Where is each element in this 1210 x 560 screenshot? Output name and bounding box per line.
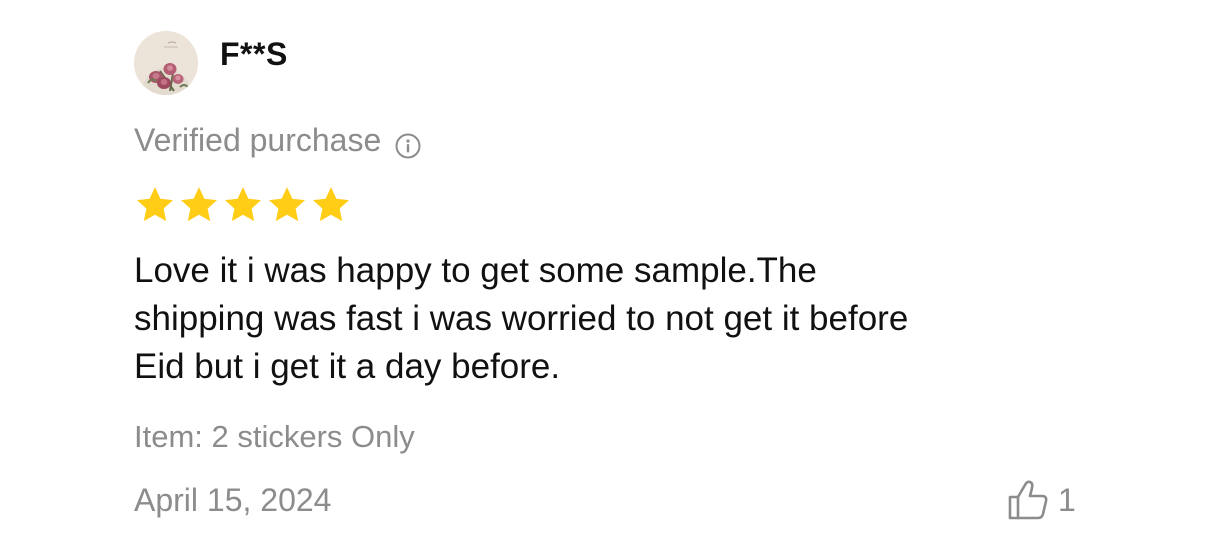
verified-purchase: Verified purchase: [134, 119, 421, 161]
rose-bouquet-avatar-icon: [134, 31, 198, 95]
star-icon: [312, 187, 350, 222]
star-rating: [134, 184, 352, 226]
star-icon: [136, 187, 174, 222]
thumbs-up-icon: [1008, 480, 1048, 520]
avatar[interactable]: [134, 31, 198, 95]
verified-purchase-label: Verified purchase: [134, 122, 382, 158]
review-text: Love it i was happy to get some sample.T…: [134, 251, 909, 386]
star-icon: [224, 187, 262, 222]
helpful-button[interactable]: 1: [1006, 478, 1076, 522]
star-icon: [180, 187, 218, 222]
review-date: April 15, 2024: [134, 482, 332, 518]
helpful-count: 1: [1058, 482, 1076, 518]
username[interactable]: F**S: [220, 34, 288, 74]
info-circle-icon[interactable]: [395, 127, 421, 159]
item-variant: Item: 2 stickers Only: [134, 419, 415, 454]
review-card: F**S Verified purchase Love it i was hap…: [0, 0, 1210, 560]
star-icon: [268, 187, 306, 222]
